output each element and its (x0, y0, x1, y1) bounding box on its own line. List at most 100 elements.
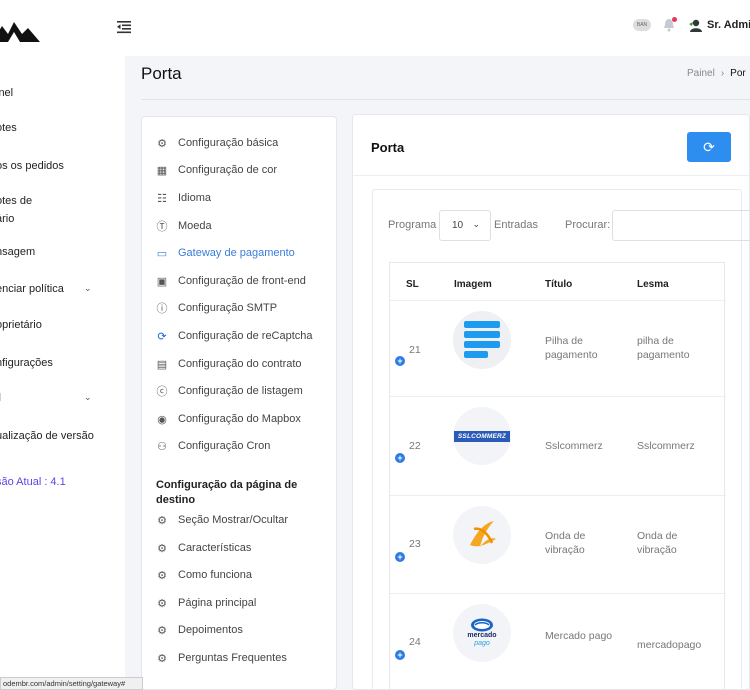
sidebar-item-dashboard[interactable]: inel (0, 87, 13, 99)
monitor-icon: ▣ (156, 275, 168, 288)
menu-item-faq[interactable]: ⚙ Perguntas Frequentes (156, 652, 287, 665)
menu-item-label: Configuração de listagem (178, 385, 303, 397)
column-header-image[interactable]: Imagem (454, 279, 492, 290)
card-icon: ▭ (156, 247, 168, 260)
row-divider (390, 495, 726, 496)
breadcrumb-home[interactable]: Painel (687, 68, 715, 79)
cell-title: Mercado pago (545, 630, 613, 642)
mercadopago-logo-text: mercado (467, 632, 497, 639)
menu-item-section-toggle[interactable]: ⚙ Seção Mostrar/Ocultar (156, 514, 288, 527)
menu-item-basic-settings[interactable]: ⚙ Configuração básica (156, 137, 279, 150)
menu-item-label: Configuração de reCaptcha (178, 330, 313, 342)
menu-item-listing-settings[interactable]: ⓒ Configuração de listagem (156, 385, 303, 398)
menu-item-language[interactable]: ☷ Idioma (156, 192, 211, 205)
menu-item-label: Configuração SMTP (178, 302, 278, 314)
notification-dot (672, 17, 677, 22)
sidebar-item-owner[interactable]: oprietário (0, 319, 42, 331)
cell-sl: 24 (409, 636, 421, 648)
sidebar-item-settings[interactable]: nfigurações (0, 357, 53, 369)
show-label: Programa (388, 219, 437, 231)
sidebar: inel otes os os pedidos otes de ário nsa… (0, 0, 125, 690)
menu-item-cron-settings[interactable]: ⚇ Configuração Cron (156, 440, 271, 453)
column-header-title[interactable]: Título (545, 279, 572, 290)
sidebar-item-policy[interactable]: enciar política ⌄ (0, 283, 96, 295)
gear-icon: ⚙ (157, 137, 167, 150)
sidebar-item-label: otes (0, 122, 17, 134)
breadcrumb: Painel › Por (687, 68, 746, 79)
menu-toggle-icon[interactable] (117, 20, 131, 34)
menu-item-testimonials[interactable]: ⚙ Depoimentos (156, 624, 243, 637)
menu-item-label: Configuração básica (178, 137, 279, 149)
menu-item-label: Gateway de pagamento (178, 247, 295, 259)
sidebar-item-version-update[interactable]: ualização de versão (0, 430, 94, 442)
gear-icon: ⚙ (157, 569, 167, 582)
avatar[interactable] (689, 18, 703, 32)
cell-slug: Sslcommerz (637, 440, 695, 452)
page-title: Porta (141, 64, 182, 83)
username[interactable]: Sr. Admir (707, 19, 750, 31)
version-label: são Atual : 4.1 (0, 476, 66, 488)
chevron-down-icon: ⌄ (472, 219, 480, 229)
sidebar-item-user-lots-line2[interactable]: ário (0, 213, 14, 225)
topbar-actions: BAN Sr. Admir (633, 17, 750, 32)
menu-item-how-it-works[interactable]: ⚙ Como funciona (156, 569, 252, 582)
row-divider (390, 300, 726, 301)
sidebar-item-label: ualização de versão (0, 430, 94, 442)
menu-item-smtp-settings[interactable]: ⓘ Configuração SMTP (156, 302, 278, 315)
menu-item-home-page[interactable]: ⚙ Página principal (156, 597, 256, 610)
menu-item-frontend-settings[interactable]: ▣ Configuração de front-end (156, 275, 306, 288)
expand-row-icon[interactable]: + (395, 453, 405, 463)
notification-bell-icon[interactable] (663, 17, 677, 32)
menu-item-label: Configuração Cron (178, 440, 271, 452)
mercadopago-logo: mercado pago (453, 604, 511, 662)
menu-item-label: Configuração do Mapbox (178, 413, 301, 425)
chevron-down-icon: ⌄ (84, 392, 92, 402)
flag-label: BAN (636, 22, 648, 28)
gear-icon: ⚙ (157, 624, 167, 637)
menu-item-currency[interactable]: Ⓣ Moeda (156, 220, 212, 233)
sidebar-item-profile[interactable]: il ⌄ (0, 392, 96, 404)
refresh-button[interactable]: ⟳ (687, 132, 731, 162)
sidebar-item-lots[interactable]: otes (0, 122, 17, 134)
handshake-icon (471, 618, 493, 632)
sidebar-item-user-lots[interactable]: otes de (0, 195, 32, 207)
menu-item-payment-gateway[interactable]: ▭ Gateway de pagamento (156, 247, 295, 260)
topbar: BAN Sr. Admir (117, 0, 750, 56)
contract-icon: ▤ (156, 358, 168, 371)
header-divider (141, 99, 750, 100)
sidebar-item-label: nsagem (0, 246, 36, 258)
landing-page-heading: Configuração da página de destino (156, 479, 298, 506)
cell-title: Onda de vibração (545, 530, 586, 556)
cell-sl: 22 (409, 440, 421, 452)
cell-title: Sslcommerz (545, 440, 603, 452)
sidebar-item-label: nfigurações (0, 357, 53, 369)
expand-row-icon[interactable]: + (395, 552, 405, 562)
search-input[interactable] (612, 210, 750, 241)
sidebar-item-label: os os pedidos (0, 160, 64, 172)
menu-item-label: Moeda (178, 220, 212, 232)
card-divider (353, 175, 750, 176)
expand-row-icon[interactable]: + (395, 356, 405, 366)
column-header-slug[interactable]: Lesma (637, 279, 669, 290)
search-label: Procurar: (565, 219, 611, 231)
sidebar-item-label: otes de (0, 195, 33, 207)
column-header-sl[interactable]: SL (406, 279, 419, 290)
menu-item-mapbox-settings[interactable]: ◉ Configuração do Mapbox (156, 413, 301, 426)
menu-item-recaptcha-settings[interactable]: ⟳ Configuração de reCaptcha (156, 330, 313, 343)
entries-select[interactable]: 10 ⌄ (439, 210, 491, 241)
cell-sl: 21 (409, 344, 421, 356)
sidebar-item-messages[interactable]: nsagem (0, 246, 35, 258)
refresh-icon: ⟳ (703, 138, 715, 155)
expand-row-icon[interactable]: + (395, 650, 405, 660)
gear-icon: ⚙ (157, 542, 167, 555)
language-flag-icon[interactable]: BAN (633, 19, 651, 31)
menu-item-contract-settings[interactable]: ▤ Configuração do contrato (156, 358, 302, 371)
entries-value: 10 (452, 220, 464, 231)
cron-icon: ⚇ (157, 440, 167, 453)
menu-item-label: Configuração de cor (178, 164, 278, 176)
translate-icon: ☷ (157, 192, 167, 205)
menu-item-features[interactable]: ⚙ Características (156, 542, 251, 555)
sidebar-item-all-orders[interactable]: os os pedidos (0, 160, 64, 172)
menu-item-color-settings[interactable]: ▦ Configuração de cor (156, 164, 278, 177)
palette-icon: ▦ (156, 164, 168, 177)
